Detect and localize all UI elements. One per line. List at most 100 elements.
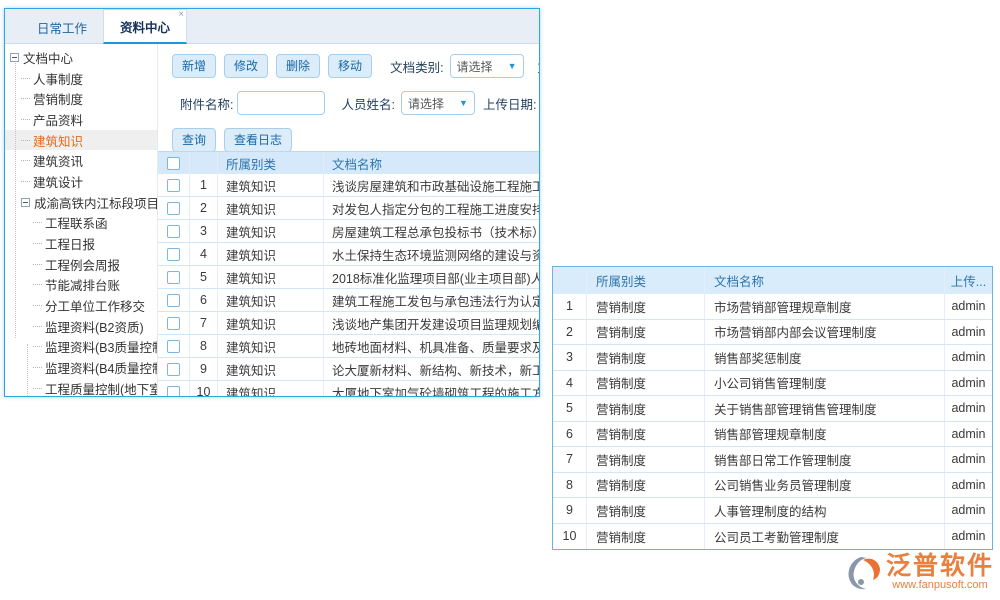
row-checkbox[interactable] [167,386,180,397]
delete-button[interactable]: 删除 [276,54,320,78]
row-checkbox[interactable] [167,179,180,192]
tree-dash [21,160,30,161]
move-button[interactable]: 移动 [328,54,372,78]
window-body: 文档中心 人事制度 营销制度 产品资料 建筑知识 建筑资讯 [5,44,539,396]
table-row[interactable]: 10 建筑知识 大厦地下室加气砼墙砌筑工程的施工方... [158,381,539,396]
table-row[interactable]: 5 营销制度 关于销售部管理销售管理制度 admin [553,396,992,422]
tree-dash [33,388,42,389]
header-category: 所属别类 [218,152,324,174]
tab-bar: 日常工作 资料中心 × [5,9,539,44]
marketing-documents-table: 所属别类 文档名称 上传... 1 营销制度 市场营销部管理规章制度 admin… [552,266,993,550]
tree-item-contact-letter[interactable]: 工程联系函 [5,213,157,234]
doc-category-select[interactable]: 请选择 ▼ [450,54,524,78]
app-window: 日常工作 资料中心 × 文档中心 人事制度 营销制度 产 [4,8,540,397]
table-row[interactable]: 3 营销制度 销售部奖惩制度 admin [553,345,992,371]
main-panel: 新增 修改 删除 移动 文档类别: 请选择 ▼ 文档名称: 附件名称: 人员姓名… [158,44,539,396]
doc-category-value: 请选择 [457,58,493,75]
header-uploader: 上传... [945,267,992,294]
table-row[interactable]: 10 营销制度 公司员工考勤管理制度 admin [553,524,992,550]
row-checkbox[interactable] [167,363,180,376]
table-row[interactable]: 8 建筑知识 地砖地面材料、机具准备、质量要求及... [158,335,539,358]
tree-dash [21,98,30,99]
chevron-down-icon: ▼ [508,61,517,71]
tree-item-construction-news[interactable]: 建筑资讯 [5,150,157,171]
upload-date-label: 上传日期: [483,94,536,113]
view-log-button[interactable]: 查看日志 [224,128,292,152]
table-row[interactable]: 4 营销制度 小公司销售管理制度 admin [553,371,992,397]
table-row[interactable]: 5 建筑知识 2018标准化监理项目部(业主项目部)人员... [158,266,539,289]
tree-dash [33,264,42,265]
filter-toolbar: 附件名称: 人员姓名: 请选择 ▼ 上传日期: [158,90,539,116]
tree-item-work-transfer[interactable]: 分工单位工作移交 [5,295,157,316]
header-category: 所属别类 [587,267,705,294]
tree-item-marketing-rules[interactable]: 营销制度 [5,88,157,109]
tree-dash [33,284,42,285]
row-checkbox[interactable] [167,294,180,307]
chevron-down-icon: ▼ [459,98,468,108]
brand-watermark: 泛普软件 www.fanpusoft.com [847,553,994,592]
row-checkbox[interactable] [167,340,180,353]
tree-dash [21,119,30,120]
doc-category-label: 文档类别: [390,57,443,76]
table-row[interactable]: 4 建筑知识 水土保持生态环境监测网络的建设与资... [158,243,539,266]
document-tree: 文档中心 人事制度 营销制度 产品资料 建筑知识 建筑资讯 [5,44,158,396]
row-checkbox[interactable] [167,271,180,284]
header-index [553,267,587,294]
tree-dash [33,346,42,347]
add-button[interactable]: 新增 [172,54,216,78]
query-button[interactable]: 查询 [172,128,216,152]
table-row[interactable]: 9 建筑知识 论大厦新材料、新结构、新技术，新工... [158,358,539,381]
table-row[interactable]: 6 营销制度 销售部管理规章制度 admin [553,422,992,448]
marketing-table-header: 所属别类 文档名称 上传... [553,267,992,294]
tree-dash [21,140,30,141]
tab-data-center[interactable]: 资料中心 × [103,9,187,44]
fanpu-logo-icon [847,555,883,591]
tree-item-product-material[interactable]: 产品资料 [5,109,157,130]
tree-item-chengyu-project[interactable]: 成渝高铁内江标段项目 [5,192,157,213]
table-row[interactable]: 9 营销制度 人事管理制度的结构 admin [553,498,992,524]
query-toolbar: 查询 查看日志 [158,129,539,151]
tree-item-supervision-b2[interactable]: 监理资料(B2资质) [5,316,157,337]
header-doc-name: 文档名称 [705,267,945,294]
table-row[interactable]: 1 建筑知识 浅谈房屋建筑和市政基础设施工程施工... [158,174,539,197]
tree-dash [33,305,42,306]
table-row[interactable]: 7 建筑知识 浅谈地产集团开发建设项目监理规划编... [158,312,539,335]
tree-dash [33,367,42,368]
tree-item-document-center[interactable]: 文档中心 [5,47,157,68]
attachment-name-label: 附件名称: [180,94,233,113]
documents-table: 所属别类 文档名称 1 建筑知识 浅谈房屋建筑和市政基础设施工程施工... 2 … [158,151,539,396]
table-row[interactable]: 8 营销制度 公司销售业务员管理制度 admin [553,473,992,499]
tree-item-weekly-meeting[interactable]: 工程例会周报 [5,254,157,275]
table-row[interactable]: 6 建筑知识 建筑工程施工发包与承包违法行为认定... [158,289,539,312]
tree-item-hr-rules[interactable]: 人事制度 [5,68,157,89]
person-name-select[interactable]: 请选择 ▼ [401,91,475,115]
action-toolbar: 新增 修改 删除 移动 文档类别: 请选择 ▼ 文档名称: [158,53,539,79]
table-row[interactable]: 3 建筑知识 房屋建筑工程总承包投标书（技术标）... [158,220,539,243]
tree-dash [21,78,30,79]
brand-name: 泛普软件 [886,553,994,579]
table-row[interactable]: 2 建筑知识 对发包人指定分包的工程施工进度安排... [158,197,539,220]
table-row[interactable]: 2 营销制度 市场营销部内部会议管理制度 admin [553,320,992,346]
collapse-icon[interactable] [10,53,19,62]
row-checkbox[interactable] [167,202,180,215]
tab-daily-work[interactable]: 日常工作 [21,11,103,43]
row-checkbox[interactable] [167,225,180,238]
tab-close-icon[interactable]: × [178,10,184,20]
header-doc-name: 文档名称 [324,152,539,174]
tab-data-center-label: 资料中心 [120,21,170,35]
tree-dash [21,181,30,182]
tree-dash [33,326,42,327]
row-checkbox[interactable] [167,248,180,261]
tree-item-construction-design[interactable]: 建筑设计 [5,171,157,192]
tree-dash [33,243,42,244]
tree-item-daily-report[interactable]: 工程日报 [5,233,157,254]
tree-item-energy-ledger[interactable]: 节能减排台账 [5,275,157,296]
edit-button[interactable]: 修改 [224,54,268,78]
tree-item-construction-knowledge[interactable]: 建筑知识 [5,130,157,151]
collapse-icon[interactable] [21,198,30,207]
table-row[interactable]: 1 营销制度 市场营销部管理规章制度 admin [553,294,992,320]
table-row[interactable]: 7 营销制度 销售部日常工作管理制度 admin [553,447,992,473]
row-checkbox[interactable] [167,317,180,330]
attachment-name-input[interactable] [237,91,325,115]
select-all-checkbox[interactable] [167,157,180,170]
